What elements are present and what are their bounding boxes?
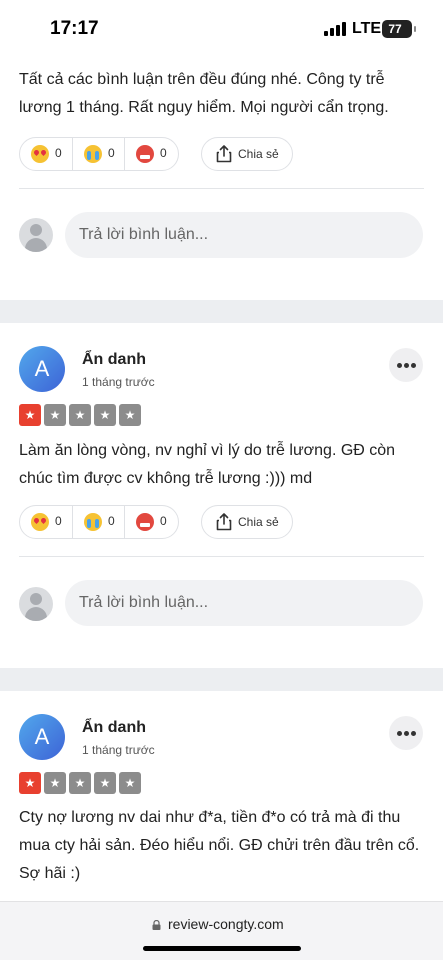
- review-comment: Tất cả các bình luận trên đều đúng nhé. …: [19, 71, 389, 116]
- more-options-button[interactable]: [389, 348, 423, 382]
- star-icon: ★: [119, 772, 141, 794]
- share-label: Chia sẻ: [238, 147, 279, 161]
- crying-face-icon: [84, 145, 102, 163]
- reply-input[interactable]: Trả lời bình luận...: [65, 212, 423, 258]
- signal-icon: [324, 22, 348, 36]
- reaction-count: 0: [108, 514, 115, 528]
- share-button[interactable]: Chia sẻ: [201, 137, 293, 171]
- author-name: Ẩn danh: [82, 351, 146, 368]
- share-button[interactable]: Chia sẻ: [201, 505, 293, 539]
- home-indicator[interactable]: [143, 946, 301, 951]
- battery-level: 77: [388, 22, 402, 36]
- reaction-count: 0: [160, 146, 167, 160]
- review-comment: Cty nợ lương nv dai như đ*a, tiền đ*o có…: [19, 809, 420, 882]
- review-time: 1 tháng trước: [82, 375, 155, 389]
- user-avatar: [19, 587, 53, 621]
- status-bar: 17:17 LTE 77: [0, 0, 443, 56]
- user-avatar: [19, 218, 53, 252]
- star-icon: ★: [94, 772, 116, 794]
- share-icon: [216, 145, 232, 163]
- review-card: A Ẩn danh 1 tháng trước ★ ★ ★ ★ ★ Làm ăn…: [0, 323, 443, 668]
- star-icon: ★: [19, 404, 41, 426]
- share-icon: [216, 513, 232, 531]
- reaction-angry-button[interactable]: 0: [124, 506, 175, 538]
- star-icon: ★: [119, 404, 141, 426]
- reaction-count: 0: [160, 514, 167, 528]
- status-time: 17:17: [50, 18, 99, 39]
- star-icon: ★: [19, 772, 41, 794]
- reaction-count: 0: [55, 514, 62, 528]
- lock-icon: [152, 920, 161, 930]
- heart-eyes-icon: [31, 513, 49, 531]
- reaction-cry-button[interactable]: 0: [72, 506, 123, 538]
- reaction-count: 0: [55, 146, 62, 160]
- divider: [19, 556, 424, 557]
- divider: [19, 188, 424, 189]
- star-icon: ★: [94, 404, 116, 426]
- review-card: A Ẩn danh 1 tháng trước ★ ★ ★ ★ ★ Cty nợ…: [0, 691, 443, 911]
- url-text[interactable]: review-congty.com: [168, 916, 284, 932]
- author-name: Ẩn danh: [82, 719, 146, 736]
- browser-bottom-bar: review-congty.com: [0, 901, 443, 960]
- angry-face-icon: [136, 145, 154, 163]
- star-icon: ★: [69, 772, 91, 794]
- star-icon: ★: [44, 772, 66, 794]
- star-icon: ★: [44, 404, 66, 426]
- reaction-bar: 0 0 0: [19, 137, 179, 171]
- share-label: Chia sẻ: [238, 515, 279, 529]
- angry-face-icon: [136, 513, 154, 531]
- avatar: A: [19, 346, 65, 392]
- review-time: 1 tháng trước: [82, 743, 155, 757]
- reaction-love-button[interactable]: 0: [20, 506, 71, 538]
- more-options-button[interactable]: [389, 716, 423, 750]
- reaction-angry-button[interactable]: 0: [124, 138, 175, 170]
- crying-face-icon: [84, 513, 102, 531]
- avatar: A: [19, 714, 65, 760]
- reaction-count: 0: [108, 146, 115, 160]
- network-type: LTE: [352, 20, 382, 37]
- review-comment: Làm ăn lòng vòng, nv nghỉ vì lý do trễ l…: [19, 442, 396, 487]
- reaction-love-button[interactable]: 0: [20, 138, 71, 170]
- heart-eyes-icon: [31, 145, 49, 163]
- reaction-cry-button[interactable]: 0: [72, 138, 123, 170]
- reaction-bar: 0 0 0: [19, 505, 179, 539]
- star-icon: ★: [69, 404, 91, 426]
- battery-icon: 77: [382, 20, 416, 38]
- reply-input[interactable]: Trả lời bình luận...: [65, 580, 423, 626]
